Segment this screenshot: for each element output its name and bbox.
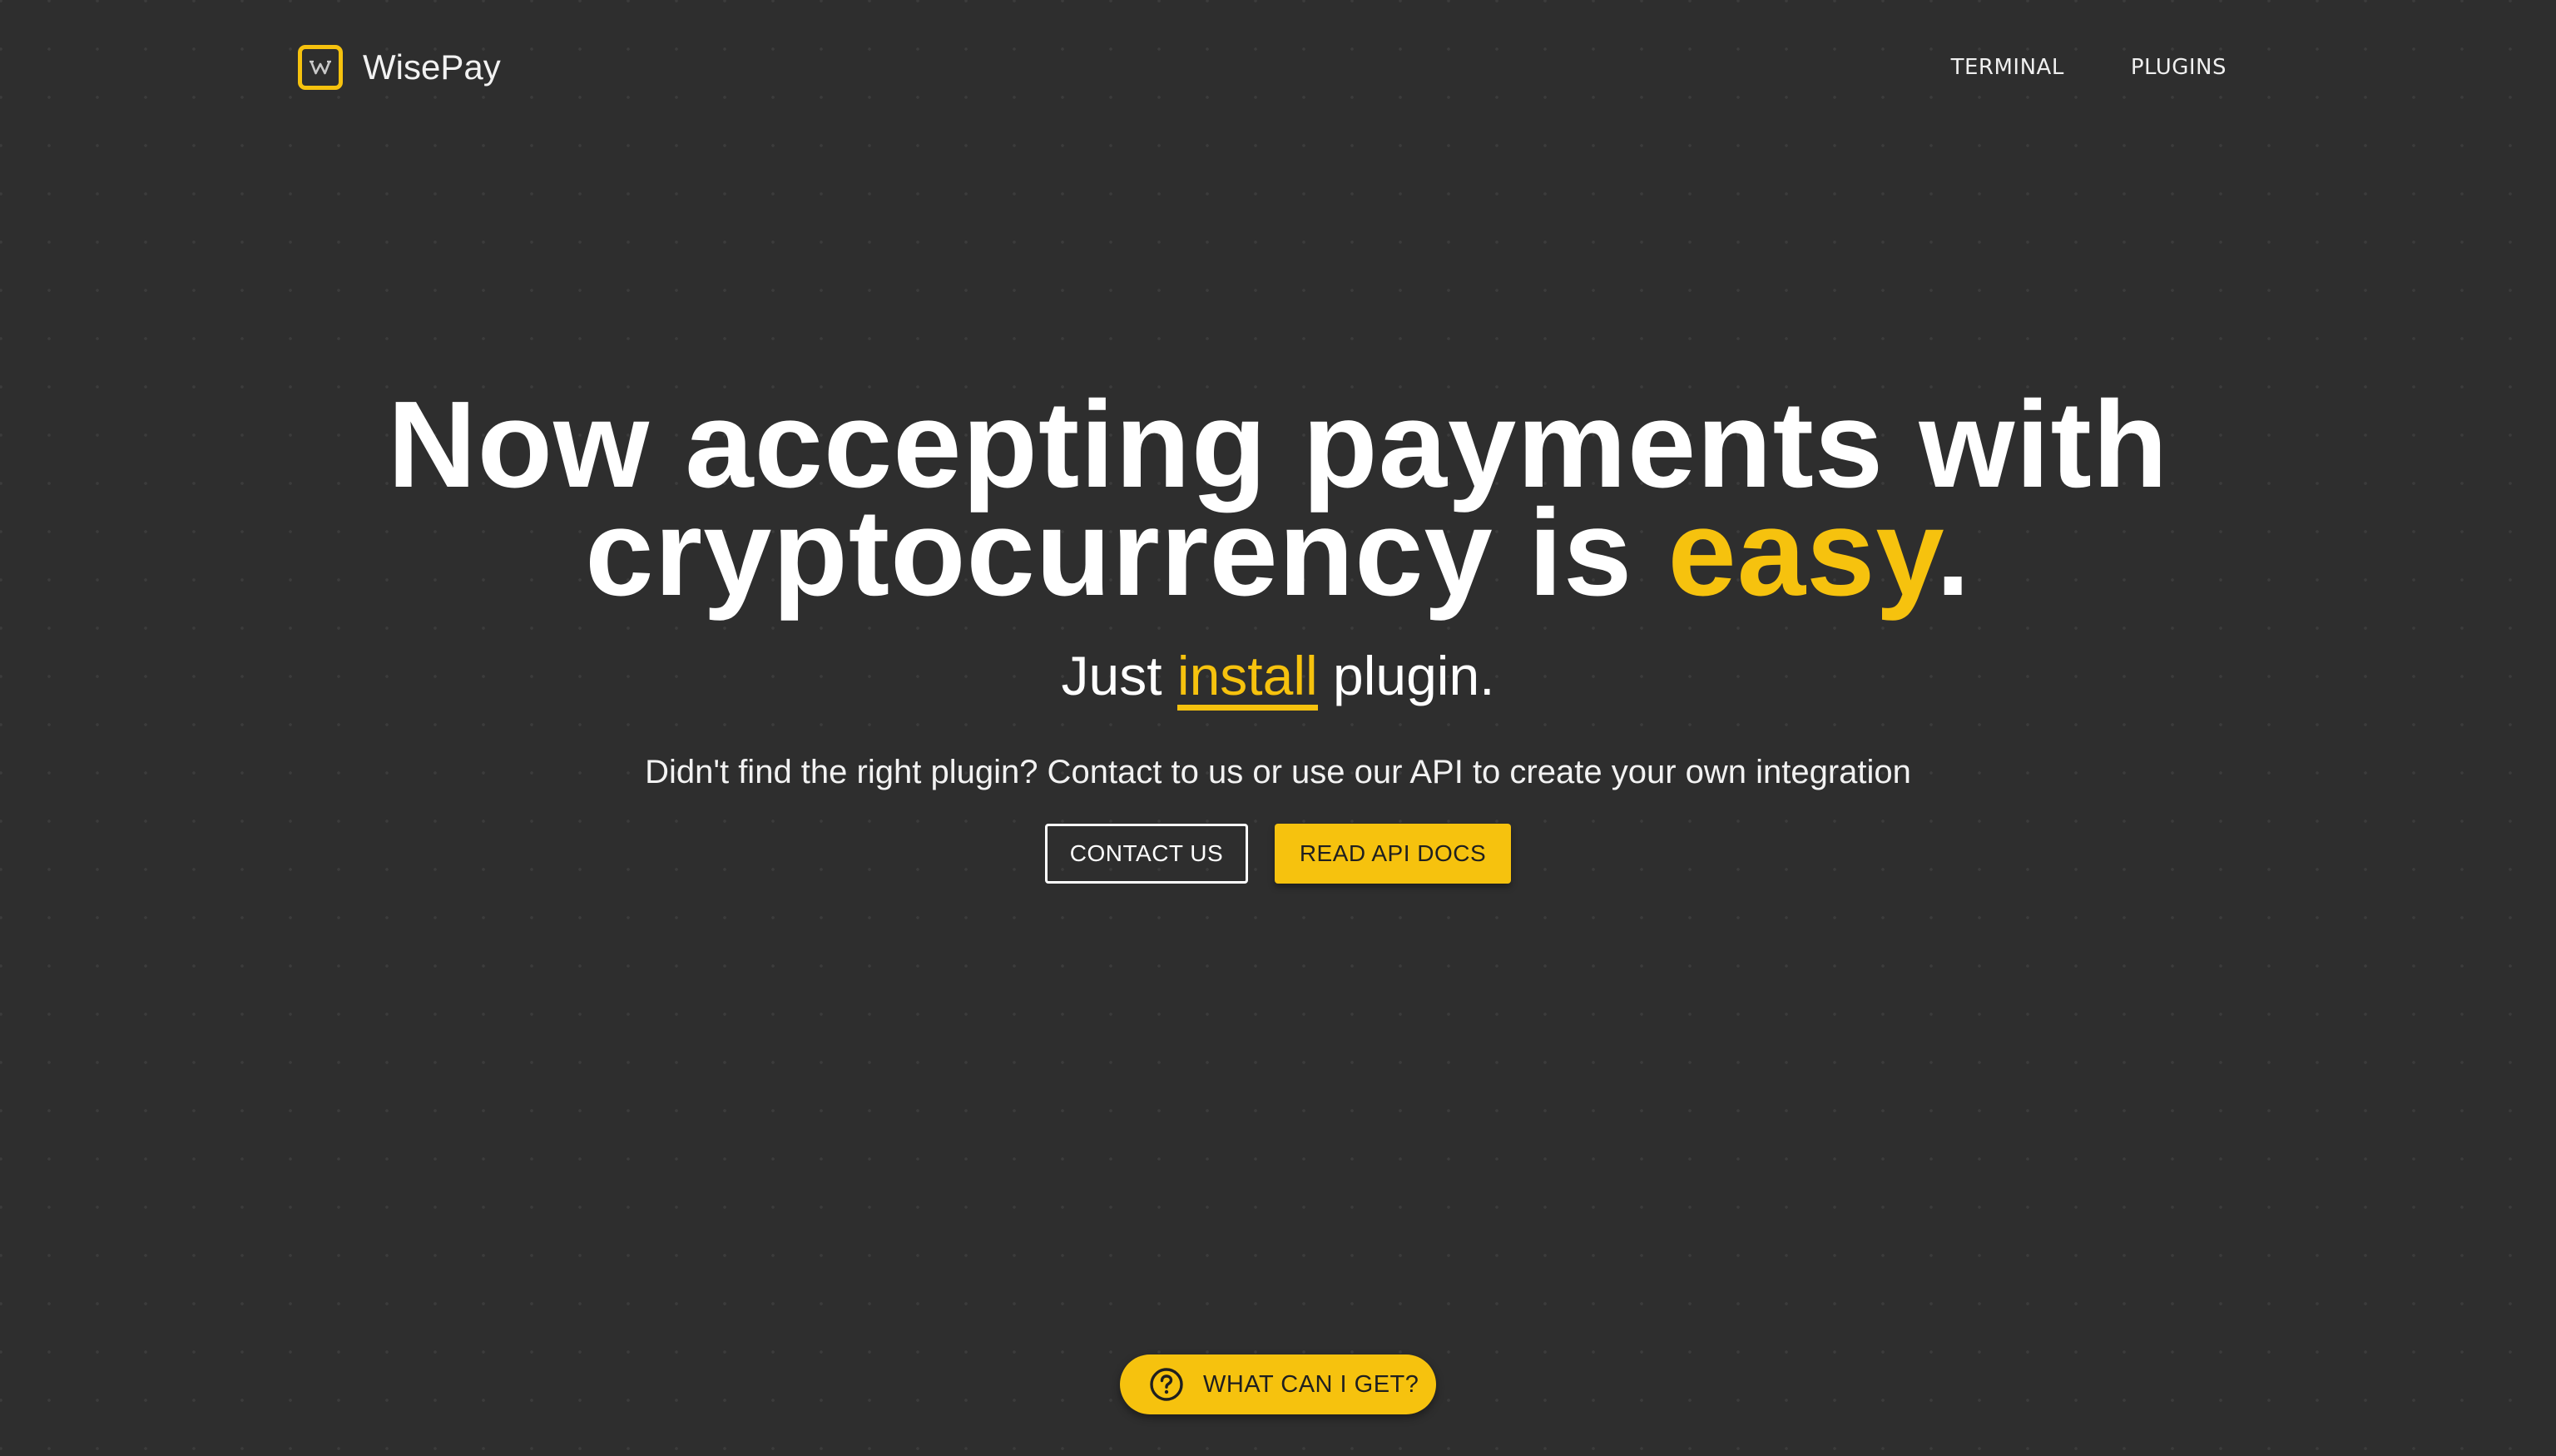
hero-headline: Now accepting payments with cryptocurren… [0,384,2556,615]
subtitle-prefix: Just [1061,645,1177,706]
what-can-i-get-label: WHAT CAN I GET? [1203,1370,1419,1398]
hero-actions: CONTACT US READ API DOCS [0,824,2556,884]
brand-home-link[interactable]: WisePay [298,38,501,97]
nav-plugins-link[interactable]: PLUGINS [2131,55,2227,80]
hero-description: Didn't find the right plugin? Contact to… [645,754,1911,790]
wisepay-logo-icon [298,45,343,90]
nav-terminal-link[interactable]: TERMINAL [1951,55,2064,80]
what-can-i-get-button[interactable]: WHAT CAN I GET? [1120,1354,1436,1414]
site-header: WisePay TERMINAL PLUGINS [298,38,2227,97]
question-circle-icon [1148,1366,1185,1403]
brand-name: WisePay [363,47,501,87]
contact-us-button[interactable]: CONTACT US [1045,824,1248,884]
main-nav: TERMINAL PLUGINS [1885,38,2227,97]
w-monogram-icon [310,60,331,75]
hero-headline-accent: easy [1667,484,1936,622]
subtitle-suffix: plugin. [1317,645,1495,706]
read-api-docs-button[interactable]: READ API DOCS [1275,824,1511,884]
hero-headline-line2: cryptocurrency is [585,484,1668,622]
subtitle-install-word: install [1176,648,1318,711]
hero-headline-suffix: . [1935,484,1971,622]
hero-subtitle: Just install plugin. [0,642,2556,711]
